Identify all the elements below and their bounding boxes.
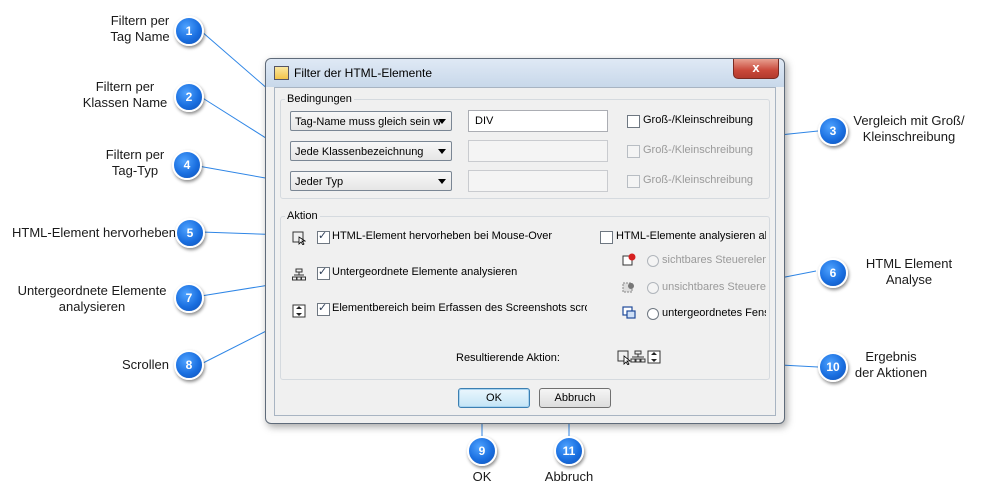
chevron-down-icon [438, 179, 446, 184]
callout-label-11-line-1: Abbruch [544, 469, 594, 484]
callout-badge-11: 11 [554, 436, 584, 466]
callout-label-2-line-2: Klassen Name [82, 95, 168, 110]
callout-badge-5: 5 [175, 218, 205, 248]
highlight-element-icon [292, 231, 306, 245]
radio-visible-control [647, 255, 659, 267]
callout-label-8-line-1: Scrollen [122, 357, 169, 372]
callout-badge-2: 2 [174, 82, 204, 112]
child-elements-icon [292, 268, 306, 281]
case-checkbox-class [627, 145, 640, 158]
callout-badge-10: 10 [818, 352, 848, 382]
callout-label-5: HTML-Element hervorheben [12, 225, 176, 241]
case-label-type: Groß-/Kleinschreibung [643, 174, 754, 186]
dialog-body: Bedingungen Tag-Name muss gleich sein w … [274, 87, 776, 416]
children-label: Untergeordnete Elemente analysieren [332, 266, 518, 278]
callout-label-9-line-1: OK [472, 469, 492, 484]
class-name-combo-value: Jede Klassenbezeichnung [295, 146, 424, 158]
callout-label-6-line-1: HTML Element [865, 256, 953, 271]
class-name-combo[interactable]: Jede Klassenbezeichnung [290, 141, 452, 161]
highlight-checkbox[interactable] [317, 229, 330, 244]
radio-invisible-control [647, 282, 659, 294]
callout-label-8: Scrollen [122, 357, 169, 373]
app-icon [274, 66, 289, 80]
analyze-elements-label: HTML-Elemente analysieren al [616, 230, 766, 242]
callout-label-6-line-2: Analyse [885, 272, 933, 287]
callout-label-11: Abbruch [538, 469, 600, 485]
tag-name-combo-value: Tag-Name muss gleich sein w [295, 116, 442, 128]
callout-label-3: Vergleich mit Groß/ Kleinschreibung [850, 113, 968, 145]
callout-label-7-line-1: Untergeordnete Elemente [17, 283, 167, 298]
chevron-down-icon [438, 149, 446, 154]
callout-label-10-line-1: Ergebnis [865, 349, 917, 364]
case-label-class: Groß-/Kleinschreibung [643, 144, 754, 156]
callout-label-4: Filtern per Tag-Typ [95, 147, 175, 179]
callout-badge-4: 4 [172, 150, 202, 180]
resulting-action-icons [617, 350, 661, 365]
tag-type-combo[interactable]: Jeder Typ [290, 171, 452, 191]
invisible-control-icon [622, 282, 634, 293]
callout-badge-8: 8 [174, 350, 204, 380]
tag-type-input [468, 170, 608, 192]
dialog-title: Filter der HTML-Elemente [294, 66, 433, 80]
class-name-input [468, 140, 608, 162]
tag-type-combo-value: Jeder Typ [295, 176, 344, 188]
action-legend: Aktion [287, 210, 318, 222]
radio-visible-label: sichtbares Steuerelem [662, 254, 766, 266]
callout-badge-6: 6 [818, 258, 848, 288]
tag-name-combo[interactable]: Tag-Name muss gleich sein w [290, 111, 452, 131]
callout-label-10: Ergebnis der Aktionen [846, 349, 936, 381]
highlight-label: HTML-Element hervorheben bei Mouse-Over [332, 230, 553, 242]
tag-name-input[interactable]: DIV [468, 110, 608, 132]
conditions-legend: Bedingungen [287, 93, 352, 105]
callout-label-4-line-2: Tag-Typ [111, 163, 159, 178]
close-button[interactable]: x [733, 59, 779, 79]
case-label-tag: Groß-/Kleinschreibung [643, 114, 754, 126]
callout-label-7: Untergeordnete Elemente analysieren [12, 283, 172, 315]
dialog-titlebar[interactable]: Filter der HTML-Elemente x [266, 59, 784, 87]
child-window-icon [622, 306, 636, 319]
cancel-button[interactable]: Abbruch [539, 388, 611, 408]
case-checkbox-type [627, 175, 640, 188]
children-checkbox[interactable] [317, 265, 330, 280]
callout-badge-1: 1 [174, 16, 204, 46]
filter-dialog: Filter der HTML-Elemente x Bedingungen T… [265, 58, 785, 424]
callout-label-5-line-1: HTML-Element hervorheben [12, 225, 177, 240]
callout-label-2-line-1: Filtern per [95, 79, 155, 94]
chevron-down-icon [438, 119, 446, 124]
callout-label-1-line-2: Tag Name [110, 29, 170, 44]
case-checkbox-tag[interactable] [627, 115, 640, 128]
radio-invisible-label: unsichtbares Steuerele [662, 281, 766, 293]
callout-label-1: Filtern per Tag Name [95, 13, 185, 45]
callout-label-3-line-1: Vergleich mit Groß/ [853, 113, 965, 128]
resulting-action-label: Resultierende Aktion: [456, 352, 560, 364]
scroll-checkbox[interactable] [317, 301, 330, 316]
callout-label-6: HTML Element Analyse [850, 256, 968, 288]
callout-label-2: Filtern per Klassen Name [75, 79, 175, 111]
callout-badge-9: 9 [467, 436, 497, 466]
callout-label-10-line-2: der Aktionen [854, 365, 928, 380]
ok-button[interactable]: OK [458, 388, 530, 408]
callout-label-4-line-1: Filtern per [105, 147, 165, 162]
radio-child-window[interactable] [647, 308, 659, 320]
scroll-icon [292, 304, 306, 318]
callout-badge-3: 3 [818, 116, 848, 146]
analyze-elements-checkbox[interactable] [600, 231, 613, 244]
scroll-label: Elementbereich beim Erfassen des Screens… [332, 302, 587, 314]
callout-label-9: OK [462, 469, 502, 485]
callout-label-1-line-1: Filtern per [110, 13, 170, 28]
callout-label-3-line-2: Kleinschreibung [862, 129, 956, 144]
callout-badge-7: 7 [174, 283, 204, 313]
radio-child-label: untergeordnetes Fens [662, 307, 766, 319]
callout-label-7-line-2: analysieren [58, 299, 126, 314]
visible-control-icon [622, 253, 636, 266]
